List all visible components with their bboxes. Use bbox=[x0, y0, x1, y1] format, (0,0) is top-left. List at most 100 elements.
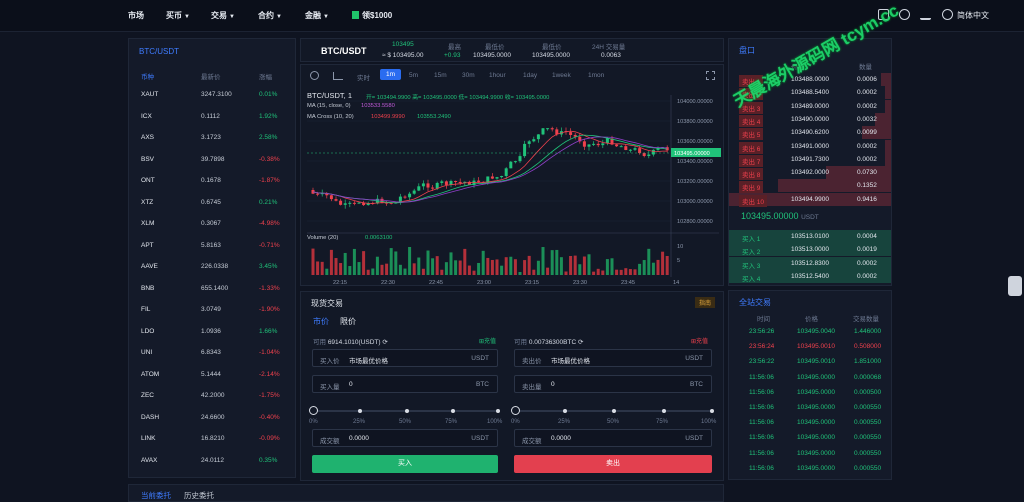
tab-limit[interactable]: 限价 bbox=[340, 316, 356, 327]
bid-row[interactable]: 买入 2 103513.0000 0.0019 bbox=[729, 243, 891, 257]
buy-slider-handle[interactable] bbox=[309, 406, 318, 415]
sell-price-field[interactable]: 卖出价 市场最优价格 USDT bbox=[514, 349, 712, 367]
pair-row[interactable]: XAUT 3247.3100 0.01% bbox=[129, 85, 295, 107]
candle-body bbox=[316, 193, 320, 195]
nav-bonus[interactable]: 领$1000 bbox=[352, 10, 392, 21]
pair-row[interactable]: ICX 0.1112 1.92% bbox=[129, 107, 295, 129]
buy-price-field[interactable]: 买入价 市场最优价格 USDT bbox=[312, 349, 498, 367]
volume-bar bbox=[550, 250, 554, 275]
pair-symbol: XLM bbox=[141, 220, 155, 227]
pair-row[interactable]: UNI 6.8343 -1.04% bbox=[129, 343, 295, 365]
volume-bar bbox=[656, 259, 660, 275]
price-chart[interactable]: 104000.00000 103800.00000 103600.00000 1034… bbox=[301, 65, 725, 287]
volume-bar bbox=[596, 268, 600, 275]
nav-buy-crypto[interactable]: 买币 ▼ bbox=[166, 10, 190, 21]
ask-row[interactable]: 卖出 6 103491.0000 0.0002 bbox=[729, 139, 891, 154]
nav-trade[interactable]: 交易 ▼ bbox=[211, 10, 235, 21]
pair-row[interactable]: AVAX 24.0112 0.35% bbox=[129, 451, 295, 473]
side-float-button[interactable] bbox=[1008, 276, 1022, 296]
pair-price: 3247.3100 bbox=[201, 91, 232, 98]
pair-row[interactable]: ONT 0.1678 -1.87% bbox=[129, 171, 295, 193]
pair-row[interactable]: AXS 3.1723 2.58% bbox=[129, 128, 295, 150]
trade-price: 103495.0010 bbox=[797, 343, 835, 351]
pair-change: -2.14% bbox=[259, 370, 280, 378]
buy-qty-field[interactable]: 买入量 0 BTC bbox=[312, 375, 498, 393]
col-coin[interactable]: 币种 bbox=[141, 71, 154, 81]
volume-bar bbox=[546, 267, 550, 275]
candle-body bbox=[329, 195, 333, 200]
pair-row[interactable]: LDO 1.0936 1.66% bbox=[129, 322, 295, 344]
ask-depth-bar bbox=[881, 73, 891, 86]
sell-amount-field[interactable]: 成交额 0.0000 USDT bbox=[514, 429, 712, 447]
ask-row[interactable]: 卖出 9 0.1352 bbox=[729, 179, 891, 194]
volume-bar bbox=[601, 270, 605, 275]
pair-change: 1.66% bbox=[259, 327, 278, 335]
sell-slider-stop[interactable] bbox=[612, 409, 616, 413]
buy-slider-stop[interactable] bbox=[451, 409, 455, 413]
buy-button[interactable]: 买入 bbox=[312, 455, 498, 473]
pair-symbol: XTZ bbox=[141, 198, 154, 206]
nav-market[interactable]: 市场 bbox=[128, 10, 144, 21]
ask-row[interactable]: 卖出 4 103490.0000 0.0032 bbox=[729, 112, 891, 127]
buy-amount-field[interactable]: 成交额 0.0000 USDT bbox=[312, 429, 498, 447]
bid-row[interactable]: 买入 1 103513.0100 0.0004 bbox=[729, 230, 891, 243]
pair-row[interactable]: XLM 0.3067 -4.98% bbox=[129, 214, 295, 236]
bid-row[interactable]: 买入 4 103512.5400 0.0002 bbox=[729, 269, 891, 283]
sell-slider-handle[interactable] bbox=[511, 406, 520, 415]
buy-slider-stop[interactable] bbox=[358, 409, 362, 413]
candle-body bbox=[592, 143, 596, 145]
pair-row[interactable]: LINK 16.8210 -0.09% bbox=[129, 429, 295, 451]
sell-button[interactable]: 卖出 bbox=[514, 455, 712, 473]
ask-row[interactable]: 卖出 7 103491.7300 0.0002 bbox=[729, 152, 891, 167]
bid-row[interactable]: 买入 3 103512.8300 0.0002 bbox=[729, 256, 891, 270]
pair-symbol: AAVE bbox=[141, 263, 158, 270]
guide-badge[interactable]: 指南 bbox=[694, 297, 715, 308]
pair-row[interactable]: ATOM 5.1444 -2.14% bbox=[129, 365, 295, 387]
pair-row[interactable]: DASH 24.6600 -0.40% bbox=[129, 408, 295, 430]
candle-body bbox=[352, 202, 356, 204]
col-change[interactable]: 涨幅 bbox=[259, 71, 272, 81]
ask-row[interactable]: 卖出 5 103490.6200 0.0099 bbox=[729, 126, 891, 141]
candle-body bbox=[454, 181, 458, 183]
buy-transfer-link[interactable]: ⊞充值 bbox=[479, 336, 496, 345]
pair-row[interactable]: BSV 39.7898 -0.38% bbox=[129, 150, 295, 172]
sell-transfer-link[interactable]: ⊞充值 bbox=[691, 336, 708, 345]
ask-qty: 0.0002 bbox=[857, 155, 877, 163]
download-icon[interactable] bbox=[920, 9, 931, 20]
tr-col-price: 价格 bbox=[805, 316, 818, 323]
candle-body bbox=[596, 143, 600, 146]
buy-slider-stop[interactable] bbox=[496, 409, 500, 413]
sell-slider-stop[interactable] bbox=[563, 409, 567, 413]
pair-change: -0.40% bbox=[259, 413, 280, 421]
pair-row[interactable]: XTZ 0.6745 0.21% bbox=[129, 193, 295, 215]
ask-row[interactable]: 卖出 10 103494.9900 0.9416 bbox=[729, 192, 891, 207]
col-price[interactable]: 最新价 bbox=[201, 71, 221, 81]
volume-bar bbox=[380, 264, 384, 275]
bid-qty: 0.0002 bbox=[857, 272, 877, 280]
tab-market[interactable]: 市价 bbox=[313, 316, 329, 327]
sell-slider-stop[interactable] bbox=[662, 409, 666, 413]
sell-slider-stop[interactable] bbox=[710, 409, 714, 413]
pair-change: 0.21% bbox=[259, 198, 278, 206]
pair-row[interactable]: BNB 655.1400 -1.33% bbox=[129, 279, 295, 301]
trade-row: 11:56:06 103495.0000 0.000550 bbox=[729, 462, 891, 475]
pair-change: 3.45% bbox=[259, 263, 278, 270]
pair-row[interactable]: AAVE 226.0338 3.45% bbox=[129, 257, 295, 279]
nav-finance[interactable]: 金融 ▼ bbox=[305, 10, 329, 21]
pair-row[interactable]: FIL 3.0749 -1.90% bbox=[129, 300, 295, 322]
tab-history-orders[interactable]: 历史委托 bbox=[184, 490, 214, 501]
tab-current-orders[interactable]: 当前委托 bbox=[141, 490, 171, 501]
pair-row[interactable]: APT 5.8163 -0.71% bbox=[129, 236, 295, 258]
volume-bar bbox=[449, 252, 453, 275]
candle-body bbox=[408, 193, 412, 198]
pair-row[interactable]: ZEC 42.2000 -1.75% bbox=[129, 386, 295, 408]
ask-depth-bar bbox=[884, 139, 891, 153]
ask-row[interactable]: 卖出 8 103492.0000 0.0730 bbox=[729, 166, 891, 181]
volume-bar bbox=[527, 255, 531, 275]
language-selector[interactable]: 简体中文 bbox=[957, 10, 989, 21]
buy-slider-stop[interactable] bbox=[405, 409, 409, 413]
volume-bar bbox=[486, 257, 490, 275]
nav-contract[interactable]: 合约 ▼ bbox=[258, 10, 282, 21]
globe-icon[interactable] bbox=[942, 9, 953, 20]
sell-qty-field[interactable]: 卖出量 0 BTC bbox=[514, 375, 712, 393]
